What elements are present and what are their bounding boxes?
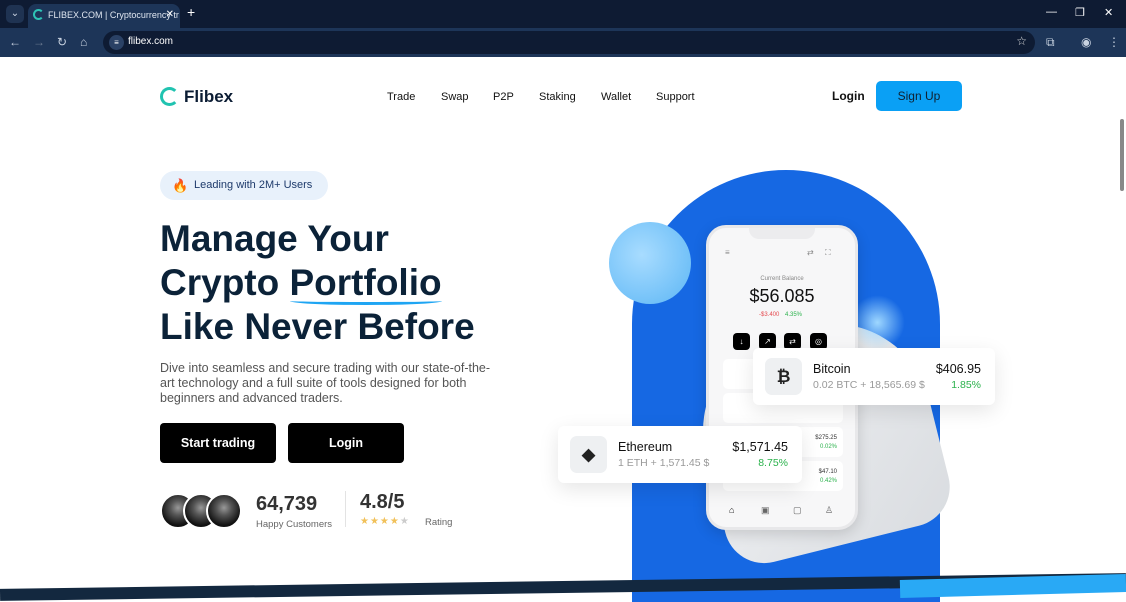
rating-value: 4.8/5 — [360, 491, 405, 513]
coin-price: $406.95 — [935, 362, 981, 376]
coin-name: Bitcoin — [813, 362, 851, 376]
user-icon: ♙ — [825, 505, 834, 515]
ethereum-card: ◆ Ethereum 1 ETH + 1,571.45 $ $1,571.45 … — [558, 426, 802, 483]
coin-price: $1,571.45 — [732, 440, 788, 454]
phone-scan-icon: ⛶ — [825, 248, 831, 257]
nav-staking[interactable]: Staking — [539, 91, 576, 103]
home-icon: ⌂ — [729, 505, 735, 515]
tab-title: FLIBEX.COM | Cryptocurrency tr — [48, 10, 179, 20]
web-page: Flibex Trade Swap P2P Staking Wallet Sup… — [0, 57, 1126, 602]
row-price: $47.10 — [818, 469, 837, 475]
row-pct: 0.02% — [819, 444, 837, 450]
avatar — [206, 493, 242, 529]
bitcoin-icon: ₿ — [765, 358, 802, 395]
customers-count: 64,739 — [256, 493, 318, 515]
close-window-button[interactable]: ✕ — [1104, 6, 1113, 19]
nav-wallet[interactable]: Wallet — [601, 91, 631, 103]
profile-icon[interactable]: ◉ — [1081, 35, 1091, 49]
row-value: $275.25 0.02% — [815, 434, 837, 452]
chart-icon: ▣ — [761, 505, 770, 515]
rating-label: Rating — [425, 517, 453, 528]
new-tab-button[interactable]: + — [187, 4, 195, 20]
favicon-icon — [33, 9, 44, 20]
wallet-icon: ▢ — [793, 505, 802, 515]
site-info-icon[interactable]: ≡ — [109, 35, 124, 50]
ethereum-icon: ◆ — [570, 436, 607, 473]
balance-change: -$3.400 — [759, 312, 780, 318]
menu-icon[interactable]: ⋮ — [1108, 35, 1120, 49]
rating-stars: ★★★★★ — [360, 516, 410, 527]
title-line-3: Like Never Before — [160, 306, 475, 347]
row-price: $275.25 — [815, 435, 837, 441]
nav-support[interactable]: Support — [656, 91, 695, 103]
flibex-logo[interactable]: Flibex — [160, 87, 233, 107]
login-link[interactable]: Login — [832, 89, 865, 103]
bitcoin-card: ₿ Bitcoin 0.02 BTC + 18,565.69 $ $406.95… — [753, 348, 995, 405]
nav-p2p[interactable]: P2P — [493, 91, 514, 103]
nav-swap[interactable]: Swap — [441, 91, 469, 103]
url-text[interactable]: flibex.com — [128, 36, 173, 47]
star-empty-icon: ★ — [399, 516, 410, 527]
phone-filter-icon: ⇄ — [807, 248, 814, 257]
badge-text: Leading with 2M+ Users — [194, 179, 313, 191]
title-line-2: Crypto — [160, 262, 290, 303]
minimize-button[interactable]: — — [1046, 6, 1057, 18]
customers-label: Happy Customers — [256, 519, 333, 530]
fire-icon: 🔥 — [172, 178, 189, 193]
row-pct: 0.42% — [819, 478, 837, 484]
browser-toolbar: ← → ↻ ⌂ ≡ flibex.com ☆ ⧉ ◉ ⋮ — [0, 28, 1126, 57]
decorative-glow — [850, 295, 905, 350]
address-bar[interactable]: ≡ flibex.com ☆ — [103, 31, 1035, 54]
hero-description: Dive into seamless and secure trading wi… — [160, 361, 491, 405]
users-badge: 🔥 Leading with 2M+ Users — [160, 171, 328, 200]
coin-holding: 1 ETH + 1,571.45 $ — [618, 457, 710, 469]
balance-label: Current Balance — [760, 276, 804, 282]
phone-tabbar: ⌂ ▣ ▢ ♙ — [709, 501, 855, 521]
coin-change: 8.75% — [758, 457, 788, 469]
tab-search-button[interactable]: ⌄ — [6, 5, 24, 23]
title-line-1: Manage Your — [160, 218, 389, 259]
coin-name: Ethereum — [618, 440, 673, 454]
start-trading-button[interactable]: Start trading — [160, 423, 276, 463]
home-icon[interactable]: ⌂ — [80, 35, 87, 49]
extensions-icon[interactable]: ⧉ — [1046, 35, 1055, 50]
reload-icon[interactable]: ↻ — [57, 35, 67, 49]
back-icon[interactable]: ← — [9, 35, 21, 49]
close-tab-icon[interactable]: ✕ — [166, 4, 174, 26]
star-icon: ★★★★ — [360, 516, 400, 527]
logo-text: Flibex — [184, 87, 234, 106]
logo-icon — [160, 87, 179, 106]
decorative-bubble — [609, 222, 691, 304]
hero-title: Manage Your Crypto Portfolio Like Never Be… — [160, 217, 475, 349]
nav-trade[interactable]: Trade — [387, 91, 415, 103]
phone-notch — [749, 228, 815, 239]
maximize-button[interactable]: ❐ — [1075, 6, 1085, 19]
divider — [345, 491, 346, 527]
balance-change-pct: 4.35% — [785, 312, 803, 318]
receive-icon: ↓ — [733, 333, 750, 350]
browser-tab-strip: ⌄ FLIBEX.COM | Cryptocurrency tr ✕ + — ❐ … — [0, 0, 1126, 28]
scrollbar[interactable] — [1120, 119, 1124, 191]
signup-button[interactable]: Sign Up — [876, 81, 962, 111]
balance-value: $56.085 — [749, 286, 815, 306]
coin-change: 1.85% — [951, 379, 981, 391]
login-button[interactable]: Login — [288, 423, 404, 463]
bookmark-star-icon[interactable]: ☆ — [1016, 34, 1027, 48]
phone-menu-icon: ≡ — [725, 248, 730, 257]
forward-icon[interactable]: → — [33, 35, 45, 49]
coin-holding: 0.02 BTC + 18,565.69 $ — [813, 379, 925, 391]
title-highlight: Portfolio — [289, 262, 442, 305]
row-value: $47.10 0.42% — [819, 468, 837, 486]
browser-tab[interactable]: FLIBEX.COM | Cryptocurrency tr ✕ — [28, 4, 180, 28]
